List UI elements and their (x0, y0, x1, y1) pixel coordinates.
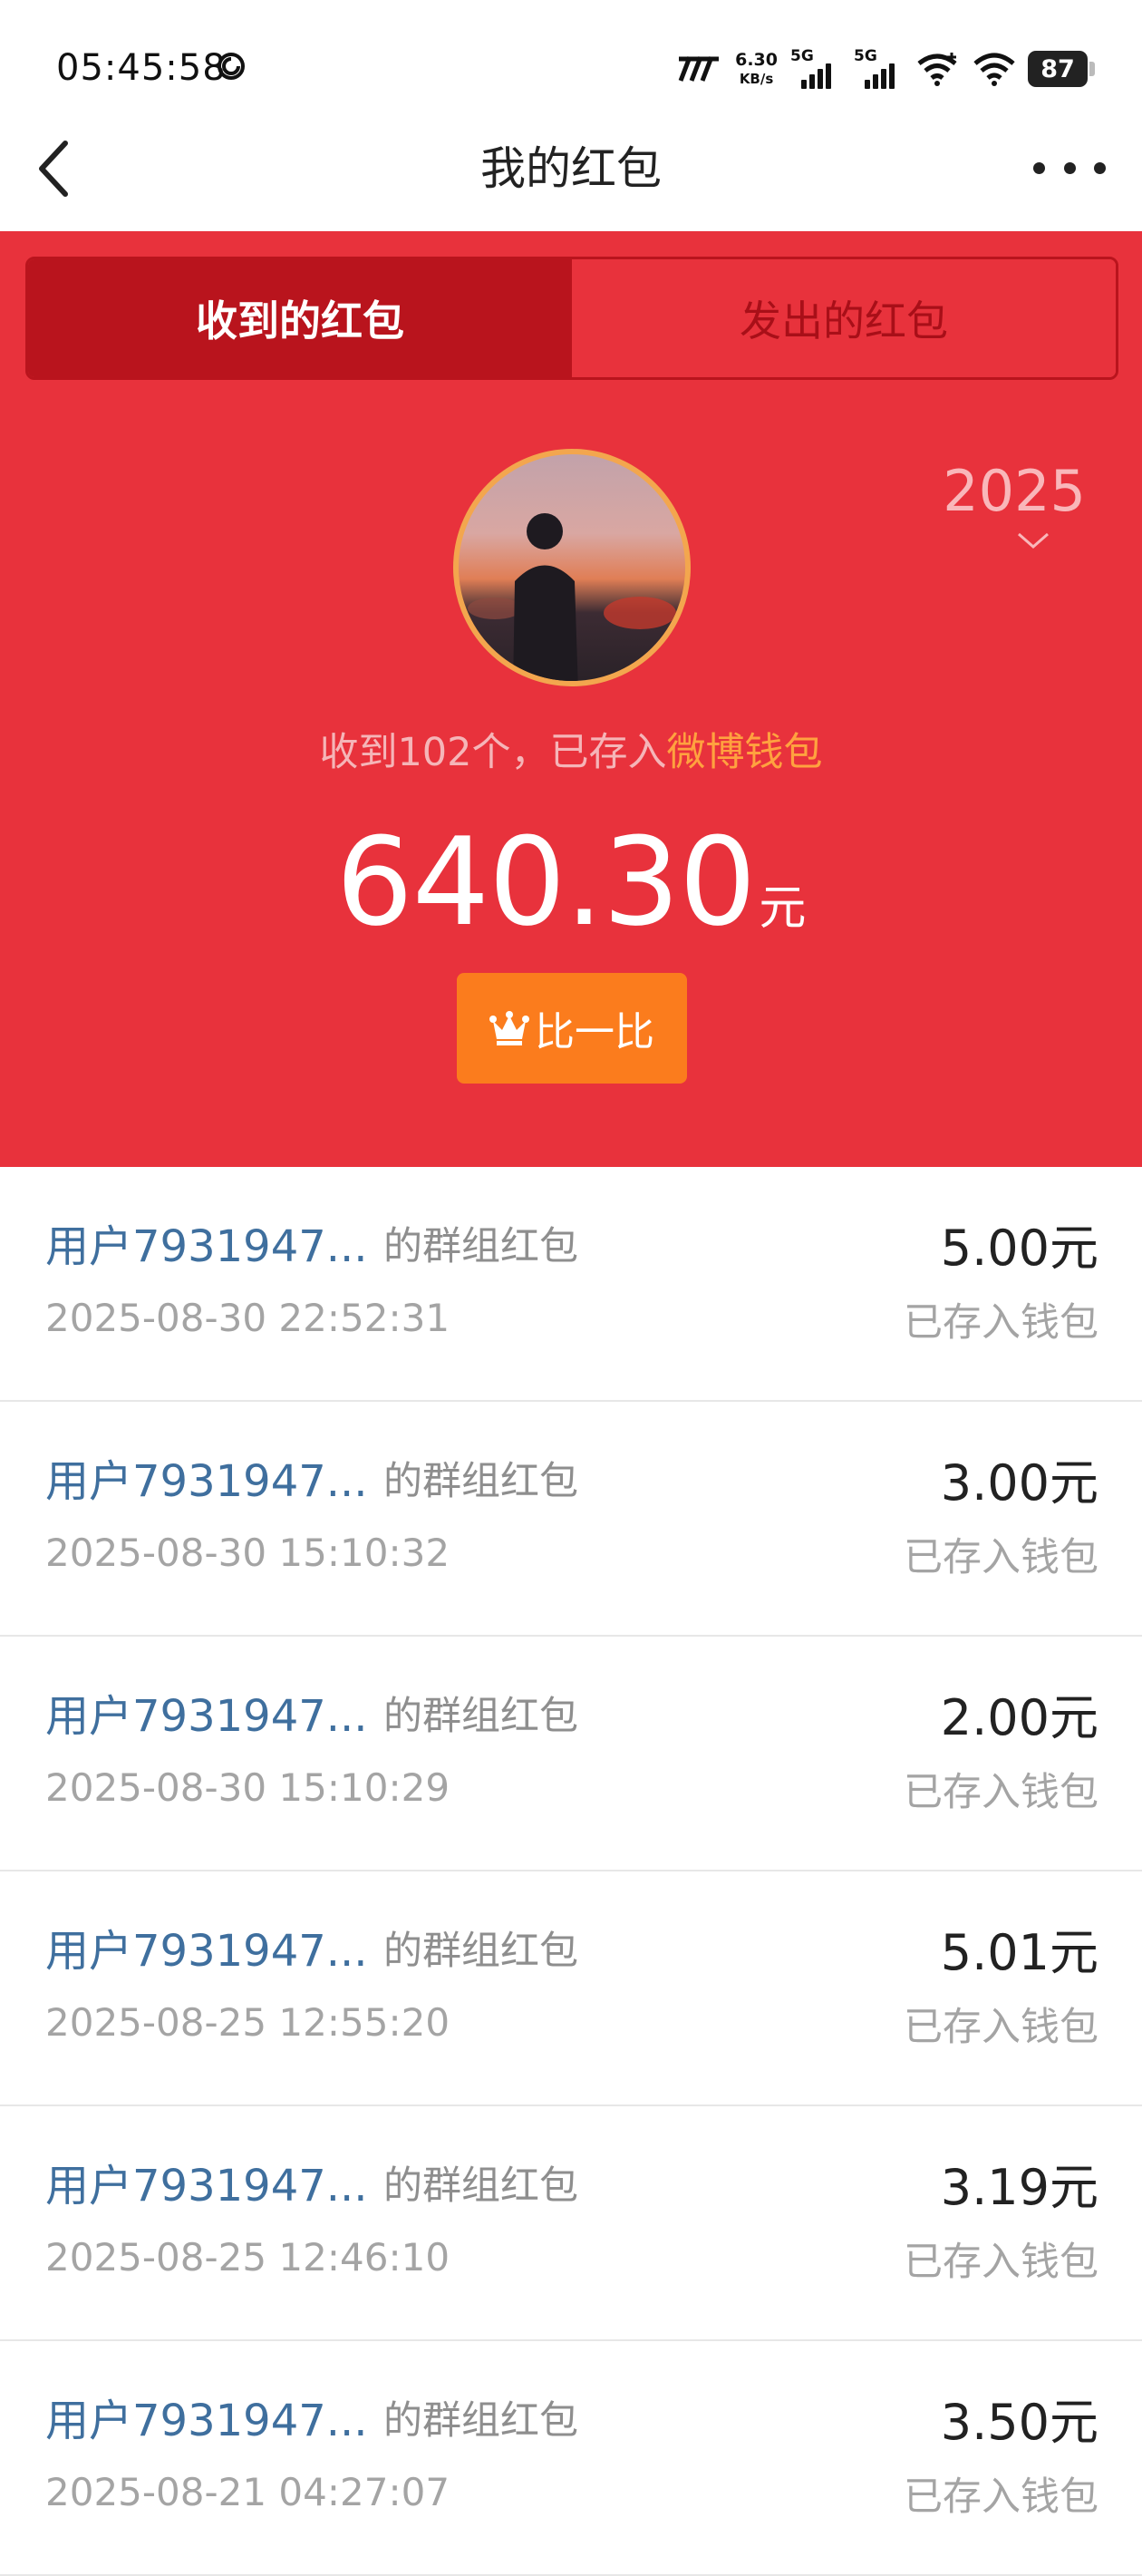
list-item[interactable]: 用户7931947... 的群组红包 2025-08-30 22:52:31 5… (0, 1167, 1142, 1402)
chevron-down-icon[interactable] (1015, 530, 1051, 556)
list-item[interactable]: 用户7931947... 的群组红包 2025-08-30 15:10:32 3… (0, 1402, 1142, 1637)
packet-type: 的群组红包 (383, 1224, 578, 1269)
packet-amount: 3.19元 (940, 2159, 1098, 2216)
signal-5g-2-icon: 5G (854, 47, 905, 89)
status-time: 05:45:58 (56, 47, 227, 89)
network-speed: 6.30 KB/s (735, 50, 778, 87)
packet-amount: 3.00元 (940, 1454, 1098, 1512)
packet-amount: 5.00元 (940, 1220, 1098, 1277)
wifi-plus-icon (917, 53, 957, 86)
packet-status: 已存入钱包 (904, 2005, 1098, 2050)
packet-time: 2025-08-30 15:10:32 (45, 1531, 450, 1575)
crown-icon (489, 1011, 529, 1045)
total-amount-value: 640.30 (335, 812, 757, 953)
tab-switcher: 收到的红包 发出的红包 (25, 257, 1118, 380)
weibo-wallet-link[interactable]: 微博钱包 (667, 730, 823, 775)
signal-5g-1-icon: 5G (790, 47, 841, 89)
nfc-icon (678, 56, 720, 82)
more-dot (1063, 161, 1076, 174)
packet-amount: 2.00元 (940, 1689, 1098, 1746)
packet-amount: 5.01元 (940, 1924, 1098, 1981)
packet-time: 2025-08-30 22:52:31 (45, 1296, 450, 1340)
chevron-left-icon (39, 141, 68, 197)
total-amount: 640.30元 (0, 812, 1142, 953)
sender-name[interactable]: 用户7931947... (45, 1210, 368, 1274)
packet-time: 2025-08-25 12:46:10 (45, 2235, 450, 2280)
sender-name[interactable]: 用户7931947... (45, 1915, 368, 1978)
packet-status: 已存入钱包 (904, 2474, 1098, 2520)
page-title: 我的红包 (480, 142, 662, 195)
packet-status: 已存入钱包 (904, 2240, 1098, 2285)
red-packet-summary: 收到的红包 发出的红包 2025 收到102个，已存入微博钱包 640.30元 (0, 231, 1142, 1167)
more-dot (1033, 161, 1045, 174)
wifi-icon (973, 53, 1015, 86)
received-summary: 收到102个，已存入微博钱包 (0, 721, 1142, 777)
sender-name[interactable]: 用户7931947... (45, 1445, 368, 1509)
packet-status: 已存入钱包 (904, 1770, 1098, 1815)
packet-type: 的群组红包 (383, 2163, 578, 2209)
sender-name[interactable]: 用户7931947... (45, 2150, 368, 2213)
status-bar: 05:45:58 6.30 KB/s 5G 5G 87 (0, 0, 1142, 127)
list-item[interactable]: 用户7931947... 的群组红包 2025-08-30 15:10:29 2… (0, 1637, 1142, 1871)
summary-text: 收到102个，已存入 (319, 730, 667, 775)
battery-icon: 87 (1028, 51, 1095, 87)
auto-rotate-icon (216, 51, 247, 85)
packet-time: 2025-08-25 12:55:20 (45, 2000, 450, 2045)
red-packet-list: 用户7931947... 的群组红包 2025-08-30 22:52:31 5… (0, 1167, 1142, 2576)
packet-status: 已存入钱包 (904, 1535, 1098, 1580)
packet-time: 2025-08-30 15:10:29 (45, 1765, 450, 1810)
avatar (453, 449, 691, 686)
more-options-button[interactable] (1033, 150, 1106, 186)
list-item[interactable]: 用户7931947... 的群组红包 2025-08-25 12:46:10 3… (0, 2106, 1142, 2341)
sender-name[interactable]: 用户7931947... (45, 2385, 368, 2448)
packet-time: 2025-08-21 04:27:07 (45, 2470, 450, 2514)
compare-button[interactable]: 比一比 (457, 973, 687, 1084)
status-icons: 6.30 KB/s 5G 5G 87 (677, 44, 1095, 94)
sender-name[interactable]: 用户7931947... (45, 1680, 368, 1744)
more-dot (1094, 161, 1106, 174)
list-item[interactable]: 用户7931947... 的群组红包 2025-08-25 12:55:20 5… (0, 1871, 1142, 2106)
packet-type: 的群组红包 (383, 1694, 578, 1739)
back-button[interactable] (25, 136, 80, 201)
packet-type: 的群组红包 (383, 2398, 578, 2444)
packet-type: 的群组红包 (383, 1929, 578, 1974)
year-selector[interactable]: 2025 (943, 458, 1086, 524)
packet-status: 已存入钱包 (904, 1300, 1098, 1346)
tab-sent[interactable]: 发出的红包 (572, 259, 1116, 377)
packet-amount: 3.50元 (940, 2394, 1098, 2451)
total-amount-unit: 元 (759, 881, 807, 936)
list-item[interactable]: 用户7931947... 的群组红包 2025-08-21 04:27:07 3… (0, 2341, 1142, 2576)
compare-button-label: 比一比 (535, 1009, 654, 1055)
packet-type: 的群组红包 (383, 1459, 578, 1504)
tab-received[interactable]: 收到的红包 (28, 259, 572, 377)
